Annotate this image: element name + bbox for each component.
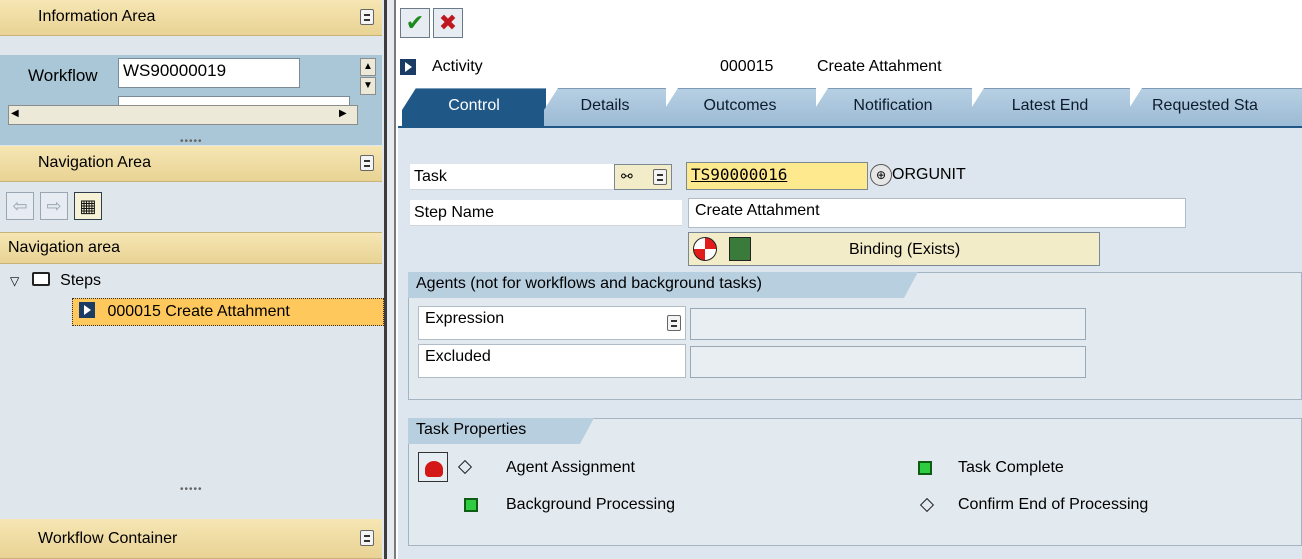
green-status-icon bbox=[918, 461, 932, 475]
play-icon bbox=[79, 302, 95, 318]
activity-type: Activity bbox=[432, 58, 483, 75]
activity-number: 000015 bbox=[720, 58, 774, 75]
green-status-icon bbox=[464, 498, 478, 512]
activity-name: Create Attahment bbox=[817, 58, 942, 75]
scroll-up-button[interactable]: ▲ bbox=[360, 58, 376, 76]
step-name-label: Step Name bbox=[414, 204, 495, 221]
folder-icon bbox=[31, 272, 50, 286]
workflow-container-title: Workflow Container bbox=[38, 530, 178, 547]
control-tab-content: Task ⚯ TS90000016 ⊕ ORGUNIT Step Name Cr… bbox=[398, 126, 1302, 559]
scroll-right-icon[interactable]: ▶ bbox=[339, 108, 347, 119]
tab-notification[interactable]: Notification bbox=[814, 88, 972, 126]
resize-handle[interactable]: ••••• bbox=[180, 484, 203, 495]
check-icon[interactable]: ✔ bbox=[400, 8, 430, 38]
navigation-area-title: Navigation Area bbox=[38, 154, 151, 171]
tree-node-steps[interactable]: ▽ Steps bbox=[10, 272, 101, 290]
pane-splitter[interactable] bbox=[384, 0, 396, 559]
menu-icon[interactable] bbox=[360, 530, 374, 546]
binding-button[interactable]: Binding (Exists) bbox=[688, 232, 1100, 266]
task-label: Task bbox=[414, 168, 447, 185]
tab-latest-end[interactable]: Latest End bbox=[970, 88, 1130, 126]
tree-structure-icon[interactable]: ▦ bbox=[74, 192, 102, 220]
cancel-icon[interactable]: ✖ bbox=[433, 8, 463, 38]
navigation-toolbar: ⇦ ⇨ ▦ bbox=[6, 192, 102, 222]
excluded-field[interactable] bbox=[690, 346, 1086, 378]
tree-node-label: Steps bbox=[60, 272, 102, 289]
workflow-field[interactable]: WS90000019 bbox=[118, 58, 300, 88]
navigation-area-column-header: Navigation area bbox=[0, 232, 382, 264]
expression-label: Expression bbox=[425, 310, 505, 327]
scroll-left-icon[interactable]: ◀ bbox=[11, 108, 19, 119]
excluded-label-cell: Excluded bbox=[418, 344, 686, 378]
agents-group-title: Agents (not for workflows and background… bbox=[408, 272, 918, 298]
information-area-title: Information Area bbox=[38, 8, 156, 25]
workflow-container-header[interactable]: Workflow Container bbox=[0, 519, 382, 559]
binding-status-icon bbox=[693, 237, 717, 261]
tab-control[interactable]: Control bbox=[402, 88, 546, 126]
menu-icon[interactable] bbox=[360, 155, 374, 171]
task-properties-title: Task Properties bbox=[408, 418, 594, 444]
step-name-label-cell: Step Name bbox=[410, 200, 682, 226]
agent-assignment-button[interactable] bbox=[418, 452, 448, 482]
scroll-down-button[interactable]: ▼ bbox=[360, 77, 376, 95]
task-label-cell: Task bbox=[410, 164, 622, 190]
step-name-field[interactable]: Create Attahment bbox=[688, 198, 1186, 228]
forward-arrow-icon[interactable]: ⇨ bbox=[40, 192, 68, 220]
horizontal-scrollbar[interactable]: ◀ ▶ bbox=[8, 105, 358, 125]
task-complete-label: Task Complete bbox=[958, 459, 1064, 476]
back-arrow-icon[interactable]: ⇦ bbox=[6, 192, 34, 220]
workflow-label: Workflow bbox=[28, 66, 98, 85]
task-id-field[interactable]: TS90000016 bbox=[686, 162, 868, 190]
expand-icon[interactable]: ▽ bbox=[10, 274, 19, 288]
task-search-button[interactable]: ⚯ bbox=[614, 164, 672, 190]
menu-icon[interactable] bbox=[360, 9, 374, 25]
binding-button-label: Binding (Exists) bbox=[849, 241, 961, 258]
tab-details[interactable]: Details bbox=[544, 88, 666, 126]
activity-header: Activity 000015 Create Attahment bbox=[400, 56, 1300, 80]
expression-field[interactable] bbox=[690, 308, 1086, 340]
glasses-icon: ⚯ bbox=[621, 168, 633, 184]
menu-icon bbox=[653, 169, 667, 185]
tree-item-label: 000015 Create Attahment bbox=[107, 303, 290, 320]
tree-item-selected-step[interactable]: 000015 Create Attahment bbox=[72, 298, 384, 326]
play-icon bbox=[400, 59, 416, 75]
person-icon bbox=[425, 461, 443, 477]
background-processing-label: Background Processing bbox=[506, 496, 675, 513]
information-area-header[interactable]: Information Area bbox=[0, 0, 382, 36]
excluded-label: Excluded bbox=[425, 348, 491, 365]
information-area-body: Workflow WS90000019 ▲ ▼ ◀ ▶ bbox=[0, 55, 382, 145]
task-type: ORGUNIT bbox=[892, 166, 966, 183]
agent-assignment-label: Agent Assignment bbox=[506, 459, 635, 476]
tab-outcomes[interactable]: Outcomes bbox=[664, 88, 816, 126]
left-pane: Information Area Workflow WS90000019 ▲ ▼… bbox=[0, 0, 384, 559]
tab-requested-start[interactable]: Requested Sta bbox=[1128, 88, 1302, 126]
org-unit-icon[interactable]: ⊕ bbox=[870, 164, 892, 186]
container-icon bbox=[729, 237, 751, 261]
tab-strip: Control Details Outcomes Notification La… bbox=[398, 88, 1302, 126]
confirm-end-label: Confirm End of Processing bbox=[958, 496, 1149, 513]
expression-label-cell: Expression bbox=[418, 306, 686, 340]
navigation-area-header[interactable]: Navigation Area bbox=[0, 146, 382, 182]
menu-icon[interactable] bbox=[667, 315, 681, 331]
